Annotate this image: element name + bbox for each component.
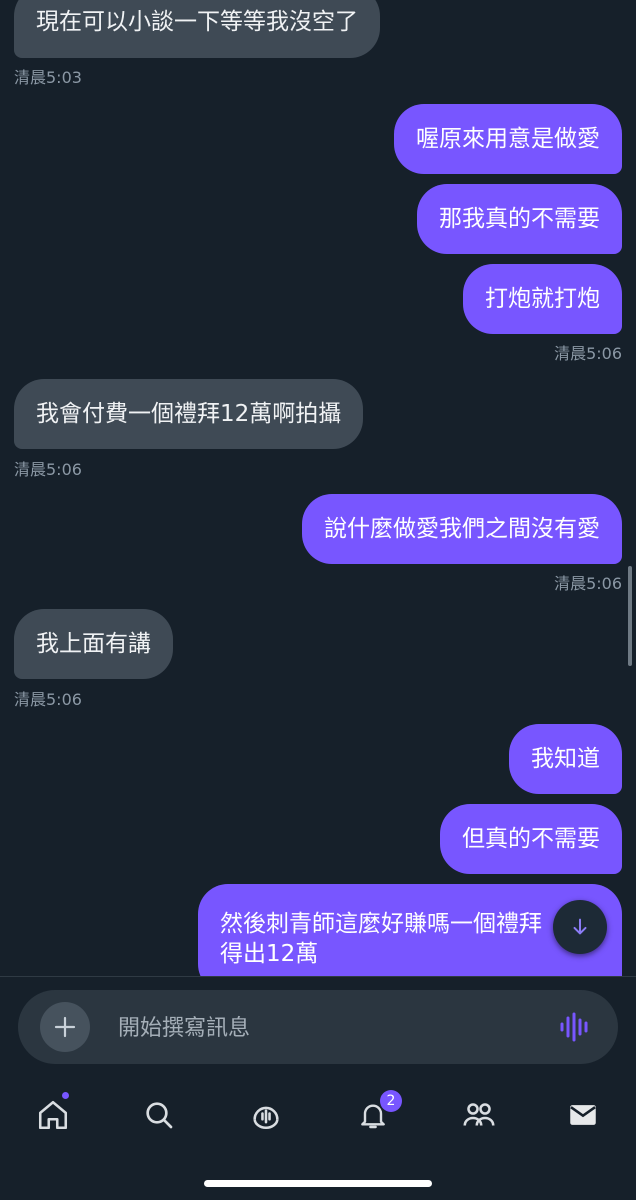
bottom-tab-bar bbox=[0, 1080, 636, 1150]
message-bubble[interactable]: 喔原來用意是做愛 bbox=[394, 104, 622, 174]
message-thread[interactable]: 現在可以小談一下等等我沒空了 清晨5:03 喔原來用意是做愛 那我真的不需要 打… bbox=[0, 0, 636, 976]
notification-count-badge: 2 bbox=[380, 1090, 402, 1112]
plus-icon bbox=[54, 1016, 76, 1038]
message-timestamp: 清晨5:06 bbox=[14, 460, 82, 479]
message-timestamp: 清晨5:03 bbox=[14, 68, 82, 87]
message-timestamp: 清晨5:06 bbox=[554, 344, 622, 363]
add-media-button[interactable] bbox=[40, 1002, 90, 1052]
message-line: 然後刺青師這麼好賺嗎一個禮拜 bbox=[220, 911, 542, 937]
people-icon bbox=[463, 1103, 495, 1126]
tab-spaces[interactable] bbox=[241, 1090, 291, 1140]
message-composer bbox=[18, 990, 618, 1064]
message-bubble[interactable]: 說什麼做愛我們之間沒有愛 bbox=[302, 494, 622, 564]
message-bubble[interactable]: 我上面有講 bbox=[14, 609, 173, 679]
search-icon bbox=[146, 1102, 173, 1129]
arrow-down-icon bbox=[573, 918, 587, 935]
message-line: 得出12萬 bbox=[220, 941, 319, 967]
envelope-icon bbox=[570, 1105, 596, 1125]
tab-communities[interactable] bbox=[454, 1090, 504, 1140]
scrollbar[interactable] bbox=[628, 566, 632, 666]
message-bubble[interactable]: 打炮就打炮 bbox=[463, 264, 622, 334]
message-bubble[interactable]: 但真的不需要 bbox=[440, 804, 622, 874]
home-icon bbox=[38, 1100, 68, 1130]
message-bubble[interactable]: 那我真的不需要 bbox=[417, 184, 622, 254]
message-bubble[interactable]: 現在可以小談一下等等我沒空了 bbox=[14, 0, 380, 58]
message-timestamp: 清晨5:06 bbox=[554, 574, 622, 593]
voice-message-button[interactable] bbox=[558, 1010, 592, 1044]
tab-messages[interactable] bbox=[558, 1090, 608, 1140]
message-bubble[interactable]: 我會付費一個禮拜12萬啊拍攝 bbox=[14, 379, 364, 449]
new-content-dot bbox=[62, 1092, 69, 1099]
tab-search[interactable] bbox=[134, 1090, 184, 1140]
waveform-icon bbox=[560, 1012, 588, 1042]
home-indicator[interactable] bbox=[204, 1180, 432, 1187]
message-input[interactable] bbox=[116, 1008, 540, 1048]
composer-divider bbox=[0, 976, 636, 977]
message-timestamp: 清晨5:06 bbox=[14, 690, 82, 709]
message-bubble[interactable]: 我知道 bbox=[509, 724, 622, 794]
tab-home[interactable] bbox=[28, 1090, 78, 1140]
scroll-to-bottom-button[interactable] bbox=[553, 900, 607, 954]
spaces-icon bbox=[253, 1106, 279, 1130]
